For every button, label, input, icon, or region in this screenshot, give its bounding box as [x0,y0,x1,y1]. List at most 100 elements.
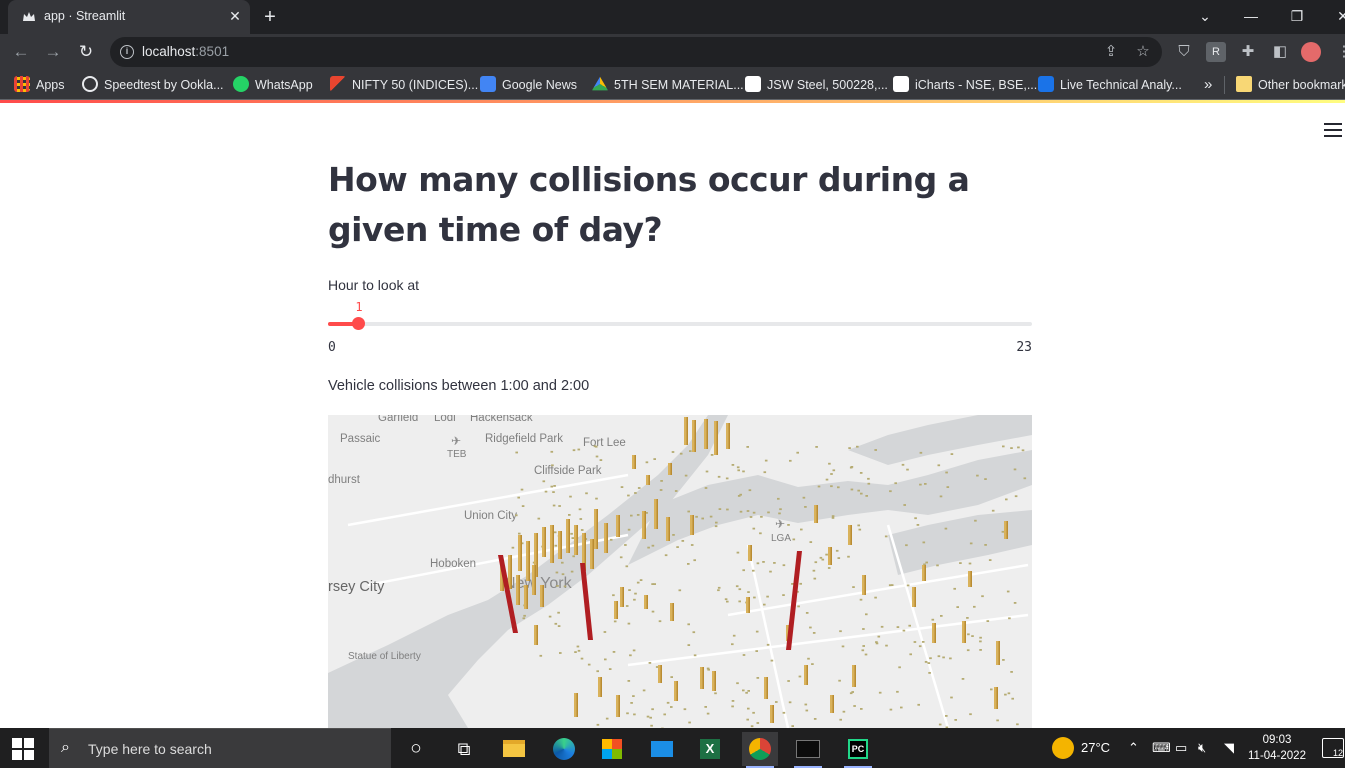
collision-column [582,533,586,559]
battery-icon[interactable]: ▭ [1175,740,1187,756]
brave-shield-icon[interactable]: ⛉ [1174,42,1194,62]
bookmark-whatsapp[interactable]: WhatsApp [233,76,313,94]
temperature-text[interactable]: 27°C [1081,740,1110,755]
close-window-icon[interactable]: ✕ [1328,4,1345,28]
collision-dot [735,585,739,588]
windows-start-icon[interactable] [12,738,34,760]
terminal-icon[interactable] [790,732,826,768]
extension-r-icon[interactable]: R [1206,42,1226,62]
collision-dot [984,544,987,546]
apps-grid-icon [14,76,30,92]
bookmark-other[interactable]: Other bookmarks [1236,76,1345,94]
chrome-icon[interactable] [742,732,778,768]
excel-icon[interactable]: X [692,732,728,766]
browser-tab-active[interactable]: app · Streamlit ✕ [8,0,250,34]
cortana-icon[interactable]: ○ [398,732,434,766]
hamburger-menu-icon[interactable] [1324,123,1342,139]
collision-column [518,535,522,571]
collision-dot [736,682,739,685]
collision-dot [752,527,756,530]
bookmark-jsw-steel[interactable]: JSW Steel, 500228,... [745,76,888,94]
minimize-icon[interactable]: — [1236,4,1266,28]
tray-chevron-icon[interactable]: ⌃ [1128,740,1139,756]
collision-column [574,693,578,717]
forward-icon[interactable]: → [40,39,66,65]
taskbar-clock[interactable]: 09:03 11-04-2022 [1248,732,1306,764]
collision-dot [817,485,821,488]
bookmarks-overflow-icon[interactable]: » [1204,76,1212,94]
collision-dot [896,626,900,628]
new-tab-icon[interactable]: + [258,5,282,29]
collision-column [674,681,678,701]
taskbar-search-box[interactable]: ⌕ Type here to search [49,728,391,768]
collision-dot [539,654,543,657]
meet-now-icon[interactable]: ⌨ [1152,740,1171,756]
mail-icon[interactable] [644,732,680,766]
collision-dot [764,459,768,462]
volume-muted-icon[interactable]: 🔇︎ [1198,740,1206,756]
collision-dot [594,445,598,448]
collision-column [848,525,852,545]
collision-dot [949,657,952,660]
collision-dot [515,514,518,517]
collision-dot [739,510,743,513]
hour-slider-track[interactable] [328,322,1032,326]
file-explorer-icon[interactable] [496,732,532,766]
collision-column [714,421,718,455]
bookmark-apps[interactable]: Apps [14,76,65,94]
collision-map[interactable]: Garfield Lodi Hackensack Passaic TEB Rid… [328,415,1032,728]
collision-dot [984,478,987,480]
tab-close-icon[interactable]: ✕ [226,7,244,25]
microsoft-store-icon[interactable] [594,732,630,766]
collision-dot [578,508,582,511]
address-bar[interactable]: i localhost:8501 ⇪ ☆ [110,37,1162,67]
collision-dot [544,490,548,493]
collision-dot [759,532,762,535]
collision-dot [812,632,816,634]
bookmark-nifty[interactable]: NIFTY 50 (INDICES)... [330,76,478,94]
notification-center-icon[interactable]: 12 [1322,738,1344,758]
bookmark-icharts[interactable]: iCharts - NSE, BSE,... [893,76,1037,94]
tab-search-icon[interactable]: ⌄ [1190,4,1220,28]
bookmark-speedtest[interactable]: Speedtest by Ookla... [82,76,224,94]
edge-icon[interactable] [546,732,582,766]
back-icon[interactable]: ← [8,39,34,65]
collision-dot [773,562,776,564]
collision-dot [890,584,894,586]
weather-icon[interactable] [1052,737,1074,759]
collision-dot [554,622,558,625]
site-info-icon[interactable]: i [120,45,134,59]
pycharm-icon[interactable]: PC [840,732,876,768]
collision-dot [931,618,935,621]
collision-column [620,587,624,607]
clock-date: 11-04-2022 [1248,750,1306,762]
collision-dot [557,625,561,627]
profile-avatar[interactable] [1301,42,1321,62]
collision-dot [821,558,825,561]
bookmark-live-technical[interactable]: Live Technical Analy... [1038,76,1182,94]
extensions-puzzle-icon[interactable]: ✚ [1238,42,1258,62]
collision-dot [738,600,741,603]
streamlit-crown-icon [23,12,35,21]
bookmark-google-news[interactable]: Google News [480,76,577,94]
restore-icon[interactable]: ❐ [1282,4,1312,28]
collision-dot [812,569,816,572]
collision-dot [552,504,556,507]
menu-kebab-icon[interactable]: ⋮ [1334,42,1345,62]
hour-slider-thumb[interactable] [352,317,365,330]
collision-dot [674,490,678,492]
reload-icon[interactable]: ↻ [73,39,99,65]
task-view-icon[interactable]: ⧉ [446,732,482,766]
collision-dot [637,487,641,489]
collision-dot [658,620,662,623]
collision-dot [827,567,831,569]
side-panel-icon[interactable]: ◧ [1270,42,1290,62]
share-icon[interactable]: ⇪ [1102,43,1120,61]
wifi-icon[interactable]: ◥ [1224,740,1234,756]
collision-column [690,515,694,535]
bookmark-5th-sem[interactable]: 5TH SEM MATERIAL... [592,76,744,94]
map-label-lyndhurst: dhurst [328,474,361,486]
bookmark-star-icon[interactable]: ☆ [1134,43,1152,61]
collision-dot [752,711,755,714]
collision-dot [612,651,616,653]
